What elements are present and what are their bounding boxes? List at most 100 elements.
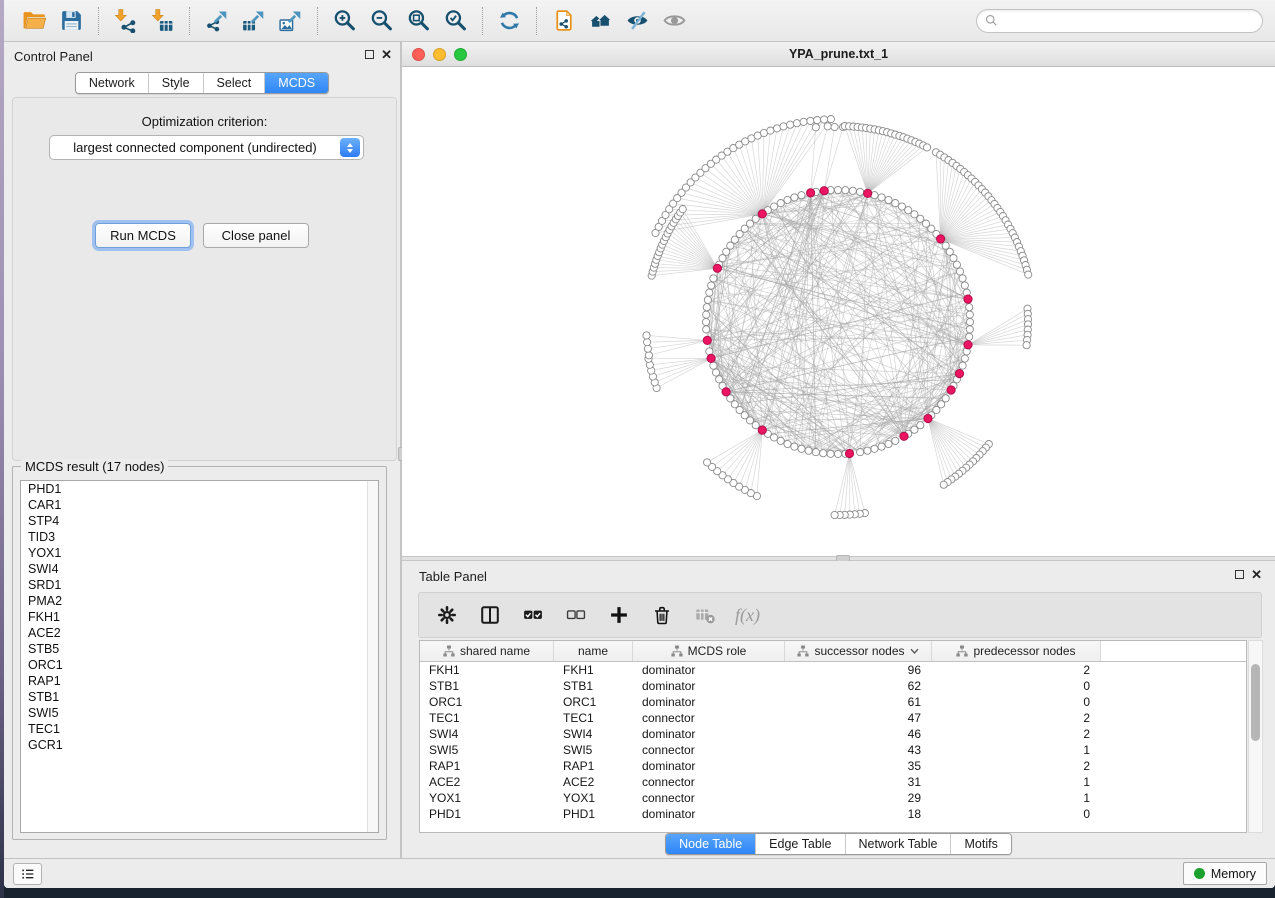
table-cell[interactable]: 43 bbox=[785, 742, 932, 758]
table-cell[interactable]: 0 bbox=[932, 806, 1101, 822]
network-node[interactable] bbox=[706, 289, 713, 296]
network-node[interactable] bbox=[703, 326, 710, 333]
network-node[interactable] bbox=[798, 445, 805, 452]
memory-button[interactable]: Memory bbox=[1183, 862, 1267, 885]
network-node[interactable] bbox=[834, 186, 841, 193]
network-node[interactable] bbox=[708, 282, 715, 289]
network-node[interactable] bbox=[1025, 271, 1032, 278]
search-input[interactable] bbox=[1003, 14, 1255, 28]
import-network-button[interactable] bbox=[107, 4, 144, 38]
mcds-result-item[interactable]: CAR1 bbox=[21, 497, 378, 513]
network-node[interactable] bbox=[703, 311, 710, 318]
table-cell[interactable]: connector bbox=[633, 742, 785, 758]
table-cell[interactable]: 47 bbox=[785, 710, 932, 726]
network-node[interactable] bbox=[966, 318, 973, 325]
table-cell[interactable]: 2 bbox=[932, 662, 1101, 678]
minimize-window-icon[interactable] bbox=[433, 48, 446, 61]
network-node[interactable] bbox=[827, 450, 834, 457]
network-node[interactable] bbox=[966, 311, 973, 318]
table-cell[interactable]: dominator bbox=[633, 662, 785, 678]
table-cell[interactable]: RAP1 bbox=[420, 758, 554, 774]
network-node[interactable] bbox=[703, 304, 710, 311]
show-all-button[interactable] bbox=[656, 4, 693, 38]
network-node[interactable] bbox=[864, 447, 871, 454]
network-node[interactable] bbox=[820, 450, 827, 457]
zoom-out-button[interactable] bbox=[363, 4, 400, 38]
mcds-result-item[interactable]: STP4 bbox=[21, 513, 378, 529]
network-node[interactable] bbox=[710, 275, 717, 282]
network-node[interactable] bbox=[784, 440, 791, 447]
network-node[interactable] bbox=[791, 443, 798, 450]
table-tab-edge-table[interactable]: Edge Table bbox=[755, 834, 844, 854]
close-window-icon[interactable] bbox=[412, 48, 425, 61]
table-row[interactable]: PHD1PHD1dominator180 bbox=[420, 806, 1246, 822]
table-cell[interactable]: SWI4 bbox=[420, 726, 554, 742]
table-cell[interactable]: 46 bbox=[785, 726, 932, 742]
dominator-node[interactable] bbox=[807, 189, 815, 197]
table-row[interactable]: FKH1FKH1dominator962 bbox=[420, 662, 1246, 678]
table-cell[interactable]: dominator bbox=[633, 806, 785, 822]
settings-button[interactable] bbox=[434, 602, 460, 628]
export-image-button[interactable] bbox=[272, 4, 309, 38]
first-neighbors-button[interactable] bbox=[582, 4, 619, 38]
network-node[interactable] bbox=[959, 362, 966, 369]
mcds-result-item[interactable]: ORC1 bbox=[21, 657, 378, 673]
table-cell[interactable]: YOX1 bbox=[554, 790, 633, 806]
network-node[interactable] bbox=[831, 123, 838, 130]
hide-selected-button[interactable] bbox=[619, 4, 656, 38]
column-header-shared-name[interactable]: shared name bbox=[420, 641, 554, 661]
table-row[interactable]: YOX1YOX1connector291 bbox=[420, 790, 1246, 806]
table-tab-network-table[interactable]: Network Table bbox=[845, 834, 951, 854]
network-node[interactable] bbox=[956, 268, 963, 275]
network-node[interactable] bbox=[940, 481, 947, 488]
network-node[interactable] bbox=[812, 124, 819, 131]
network-node[interactable] bbox=[777, 200, 784, 207]
network-node[interactable] bbox=[885, 440, 892, 447]
close-table-panel-button[interactable]: ✕ bbox=[1251, 570, 1262, 579]
table-cell[interactable]: STB1 bbox=[420, 678, 554, 694]
network-node[interactable] bbox=[807, 117, 814, 124]
network-node[interactable] bbox=[961, 282, 968, 289]
table-cell[interactable]: PHD1 bbox=[554, 806, 633, 822]
dominator-node[interactable] bbox=[713, 264, 721, 272]
table-cell[interactable]: ORC1 bbox=[420, 694, 554, 710]
network-node[interactable] bbox=[712, 369, 719, 376]
table-cell[interactable]: FKH1 bbox=[420, 662, 554, 678]
mcds-result-item[interactable]: GCR1 bbox=[21, 737, 378, 753]
network-node[interactable] bbox=[800, 118, 807, 125]
dominator-node[interactable] bbox=[864, 189, 872, 197]
float-table-panel-button[interactable] bbox=[1235, 570, 1244, 579]
criterion-select[interactable]: largest connected component (undirected) bbox=[49, 135, 364, 160]
network-node[interactable] bbox=[814, 117, 821, 124]
dominator-node[interactable] bbox=[758, 210, 766, 218]
table-row[interactable]: ACE2ACE2connector311 bbox=[420, 774, 1246, 790]
network-node[interactable] bbox=[787, 121, 794, 128]
mcds-result-item[interactable]: YOX1 bbox=[21, 545, 378, 561]
mcds-result-item[interactable]: TEC1 bbox=[21, 721, 378, 737]
task-history-button[interactable] bbox=[13, 863, 42, 885]
dominator-node[interactable] bbox=[964, 341, 972, 349]
table-cell[interactable]: 35 bbox=[785, 758, 932, 774]
table-cell[interactable]: 1 bbox=[932, 742, 1101, 758]
network-node[interactable] bbox=[793, 120, 800, 127]
table-tab-motifs[interactable]: Motifs bbox=[950, 834, 1010, 854]
table-cell[interactable]: 2 bbox=[932, 710, 1101, 726]
table-cell[interactable]: 61 bbox=[785, 694, 932, 710]
table-row[interactable]: STB1STB1dominator620 bbox=[420, 678, 1246, 694]
dominator-node[interactable] bbox=[722, 388, 730, 396]
table-row[interactable]: RAP1RAP1dominator352 bbox=[420, 758, 1246, 774]
network-node[interactable] bbox=[704, 459, 711, 466]
table-cell[interactable]: 96 bbox=[785, 662, 932, 678]
close-panel-mcds-button[interactable]: Close panel bbox=[203, 223, 309, 248]
column-header-predecessor-nodes[interactable]: predecessor nodes bbox=[932, 641, 1101, 661]
network-node[interactable] bbox=[966, 333, 973, 340]
table-cell[interactable]: 2 bbox=[932, 726, 1101, 742]
network-node[interactable] bbox=[710, 362, 717, 369]
dominator-node[interactable] bbox=[937, 235, 945, 243]
table-scrollbar-thumb[interactable] bbox=[1251, 664, 1260, 741]
table-row[interactable]: SWI5SWI5connector431 bbox=[420, 742, 1246, 758]
table-cell[interactable]: 31 bbox=[785, 774, 932, 790]
table-cell[interactable]: 29 bbox=[785, 790, 932, 806]
table-tab-node-table[interactable]: Node Table bbox=[666, 834, 755, 854]
table-cell[interactable]: YOX1 bbox=[420, 790, 554, 806]
